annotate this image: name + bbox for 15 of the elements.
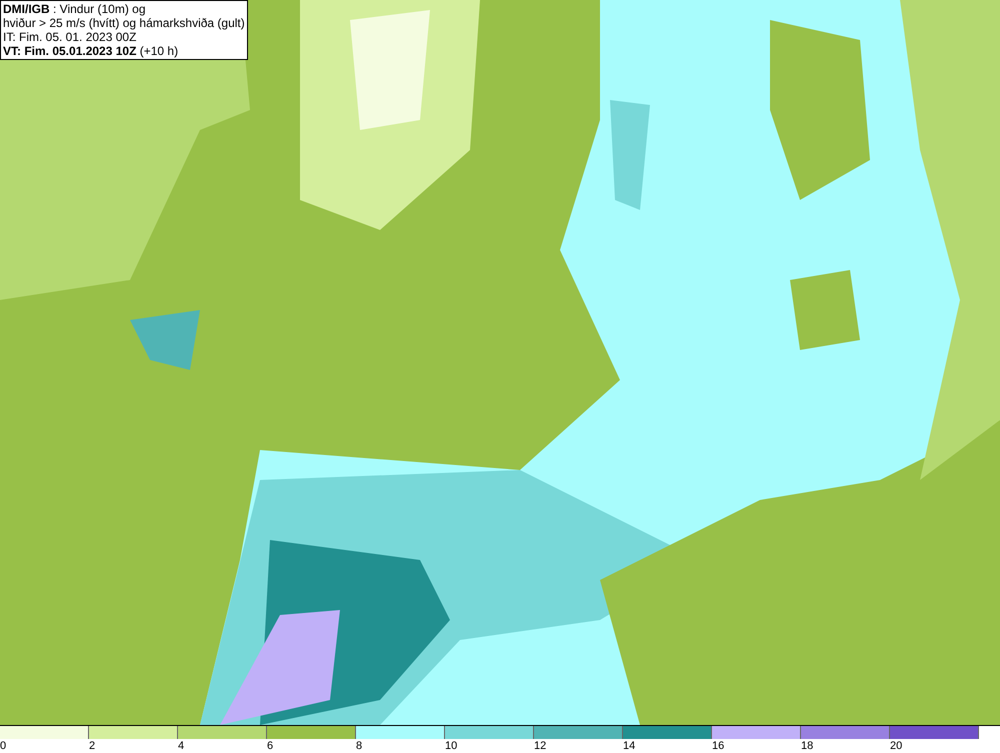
legend-label: 12 — [534, 739, 546, 753]
legend-label: 10 — [445, 739, 458, 753]
legend-label: 0 — [0, 739, 6, 753]
legend-label: 2 — [89, 739, 96, 753]
legend-label: 6 — [267, 739, 274, 753]
legend-label: 18 — [801, 739, 814, 753]
legend-label: 20 — [890, 739, 902, 753]
info-text: hviður > 25 m/s (hvítt) og hámarkshviða (gult) — [3, 16, 245, 30]
info-text: DMI/IGB : Vindur (10m) og — [3, 2, 146, 16]
legend-label: 4 — [178, 739, 184, 753]
legend-label: 8 — [356, 739, 362, 753]
legend-label: 14 — [623, 739, 636, 753]
legend-label: 16 — [712, 739, 724, 753]
info-text: VT: Fim. 05.01.2023 10Z (+10 h) — [3, 44, 180, 58]
info-text: IT: Fim. 05. 01. 2023 00Z — [3, 30, 138, 44]
